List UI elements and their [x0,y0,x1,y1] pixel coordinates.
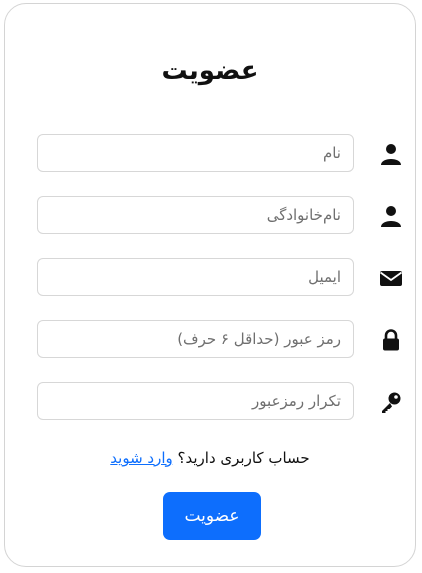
signup-card: عضویت حساب کاربری دارید؟ وارد شوید عض [4,3,416,567]
login-prompt-line: حساب کاربری دارید؟ وارد شوید [5,449,415,467]
email-field[interactable] [37,258,354,296]
first-name-input[interactable] [37,134,354,172]
user-icon [379,204,403,228]
envelope-icon [379,266,403,290]
login-prompt-text: حساب کاربری دارید؟ [177,449,310,467]
key-icon [379,390,403,414]
password-field[interactable] [37,320,354,358]
signup-button[interactable]: عضویت [163,492,261,540]
lock-icon [379,328,403,352]
confirm-password-field[interactable] [37,382,354,420]
last-name-input[interactable] [37,196,354,234]
login-link[interactable]: وارد شوید [110,449,172,467]
confirm-password-row [5,382,415,420]
email-row [5,258,415,296]
page-title: عضویت [161,56,259,86]
user-icon [379,142,403,166]
last-name-row [5,196,415,234]
first-name-row [5,134,415,172]
password-row [5,320,415,358]
